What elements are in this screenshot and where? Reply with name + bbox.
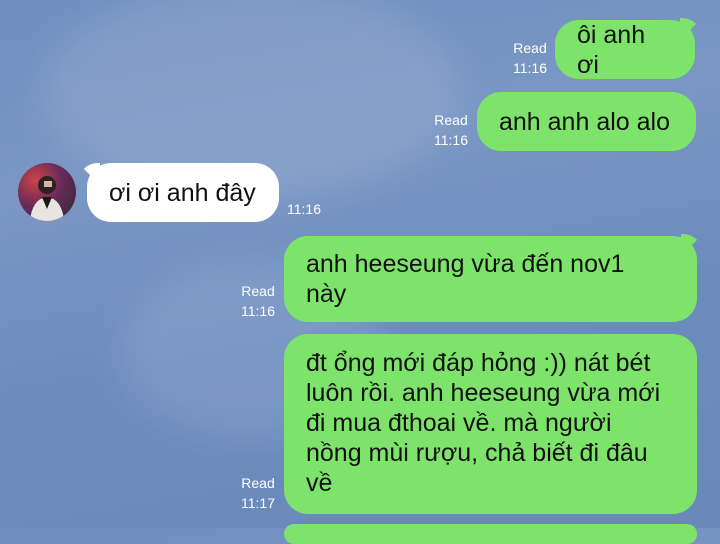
message-text: anh anh alo alo <box>499 107 670 136</box>
message-meta: Read 11:16 <box>233 281 283 321</box>
message-meta: Read 11:17 <box>233 473 283 513</box>
timestamp: 11:16 <box>513 60 547 76</box>
message-text: ơi ơi anh đây <box>109 178 256 207</box>
read-receipt: Read <box>241 283 275 299</box>
timestamp: 11:16 <box>434 132 468 148</box>
message-meta: Read 11:16 <box>426 110 476 150</box>
read-receipt: Read <box>434 112 468 128</box>
message-bubble[interactable]: ôi anh ơi <box>555 20 695 79</box>
message-bubble[interactable]: đt ổng mới đáp hỏng :)) nát bét luôn rồi… <box>284 334 697 514</box>
read-receipt: Read <box>513 40 547 56</box>
message-bubble-partial[interactable] <box>284 524 697 544</box>
user-avatar-icon <box>30 176 64 221</box>
timestamp: 11:16 <box>287 201 321 217</box>
read-receipt: Read <box>241 475 275 491</box>
message-text: đt ổng mới đáp hỏng :)) nát bét luôn rồi… <box>306 349 661 497</box>
message-bubble[interactable]: anh anh alo alo <box>477 92 696 151</box>
timestamp: 11:16 <box>241 303 275 319</box>
message-text: anh heeseung vừa đến nov1 này <box>306 250 625 308</box>
avatar[interactable] <box>18 163 76 221</box>
message-text: ôi anh ơi <box>577 20 646 79</box>
message-bubble[interactable]: ơi ơi anh đây <box>87 163 279 222</box>
message-meta: 11:16 <box>280 199 328 219</box>
timestamp: 11:17 <box>241 495 275 511</box>
message-meta: Read 11:16 <box>505 38 555 78</box>
message-bubble[interactable]: anh heeseung vừa đến nov1 này <box>284 236 697 322</box>
